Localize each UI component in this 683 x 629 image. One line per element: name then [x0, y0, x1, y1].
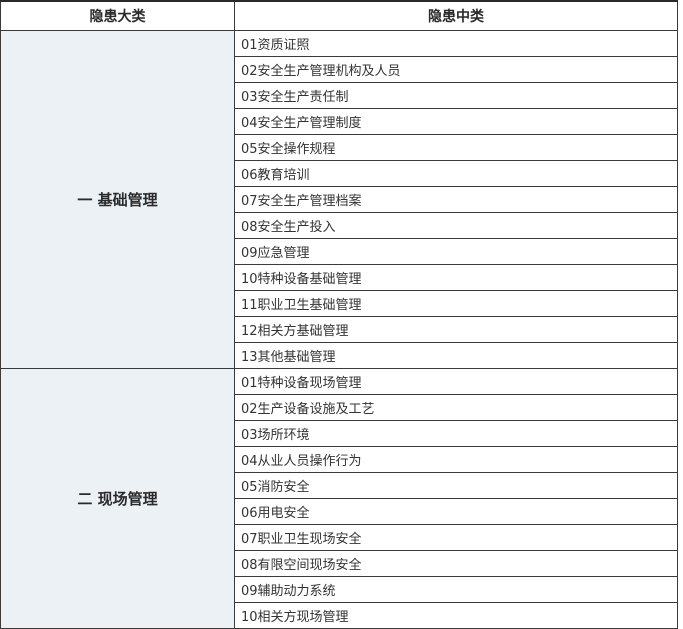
middle-category-header: 隐患中类: [234, 0, 678, 31]
table-header-row: 隐患大类 隐患中类: [0, 0, 678, 31]
middle-category-cell: 10相关方现场管理: [234, 602, 678, 629]
major-category-header: 隐患大类: [0, 0, 235, 31]
major-category-cell: 二 现场管理: [0, 368, 235, 629]
middle-category-cell: 03安全生产责任制: [234, 82, 678, 109]
middle-category-cell: 07安全生产管理档案: [234, 186, 678, 213]
middle-category-cell: 05消防安全: [234, 472, 678, 499]
middle-category-cell: 08有限空间现场安全: [234, 550, 678, 577]
table-row: 二 现场管理 01特种设备现场管理: [0, 368, 678, 629]
hazard-classification-table: 隐患大类 隐患中类 一 基础管理 01资质证照 02安全生产管理机构及人员 03安全生…: [0, 0, 678, 629]
middle-category-cell: 02生产设备设施及工艺: [234, 394, 678, 421]
middle-category-cell: 10特种设备基础管理: [234, 264, 678, 291]
middle-category-cell: 08安全生产投入: [234, 212, 678, 239]
middle-category-cell: 01特种设备现场管理: [234, 368, 678, 395]
middle-category-cell: 06教育培训: [234, 160, 678, 187]
table-row: 一 基础管理 01资质证照: [0, 30, 678, 369]
major-category-cell: 一 基础管理: [0, 30, 235, 369]
middle-category-cell: 09辅助动力系统: [234, 576, 678, 603]
middle-category-cell: 07职业卫生现场安全: [234, 524, 678, 551]
middle-category-cell: 13其他基础管理: [234, 342, 678, 369]
table-body: 一 基础管理 01资质证照 02安全生产管理机构及人员 03安全生产责任制 04安全生产…: [0, 30, 678, 629]
middle-category-cell: 11职业卫生基础管理: [234, 290, 678, 317]
middle-category-cell: 04从业人员操作行为: [234, 446, 678, 473]
middle-category-cell: 09应急管理: [234, 238, 678, 265]
middle-category-cell: 06用电安全: [234, 498, 678, 525]
middle-category-cell: 12相关方基础管理: [234, 316, 678, 343]
middle-category-cell: 05安全操作规程: [234, 134, 678, 161]
middle-category-cell: 01资质证照: [234, 30, 678, 57]
middle-category-cell: 02安全生产管理机构及人员: [234, 56, 678, 83]
middle-category-cell: 03场所环境: [234, 420, 678, 447]
middle-category-cell: 04安全生产管理制度: [234, 108, 678, 135]
